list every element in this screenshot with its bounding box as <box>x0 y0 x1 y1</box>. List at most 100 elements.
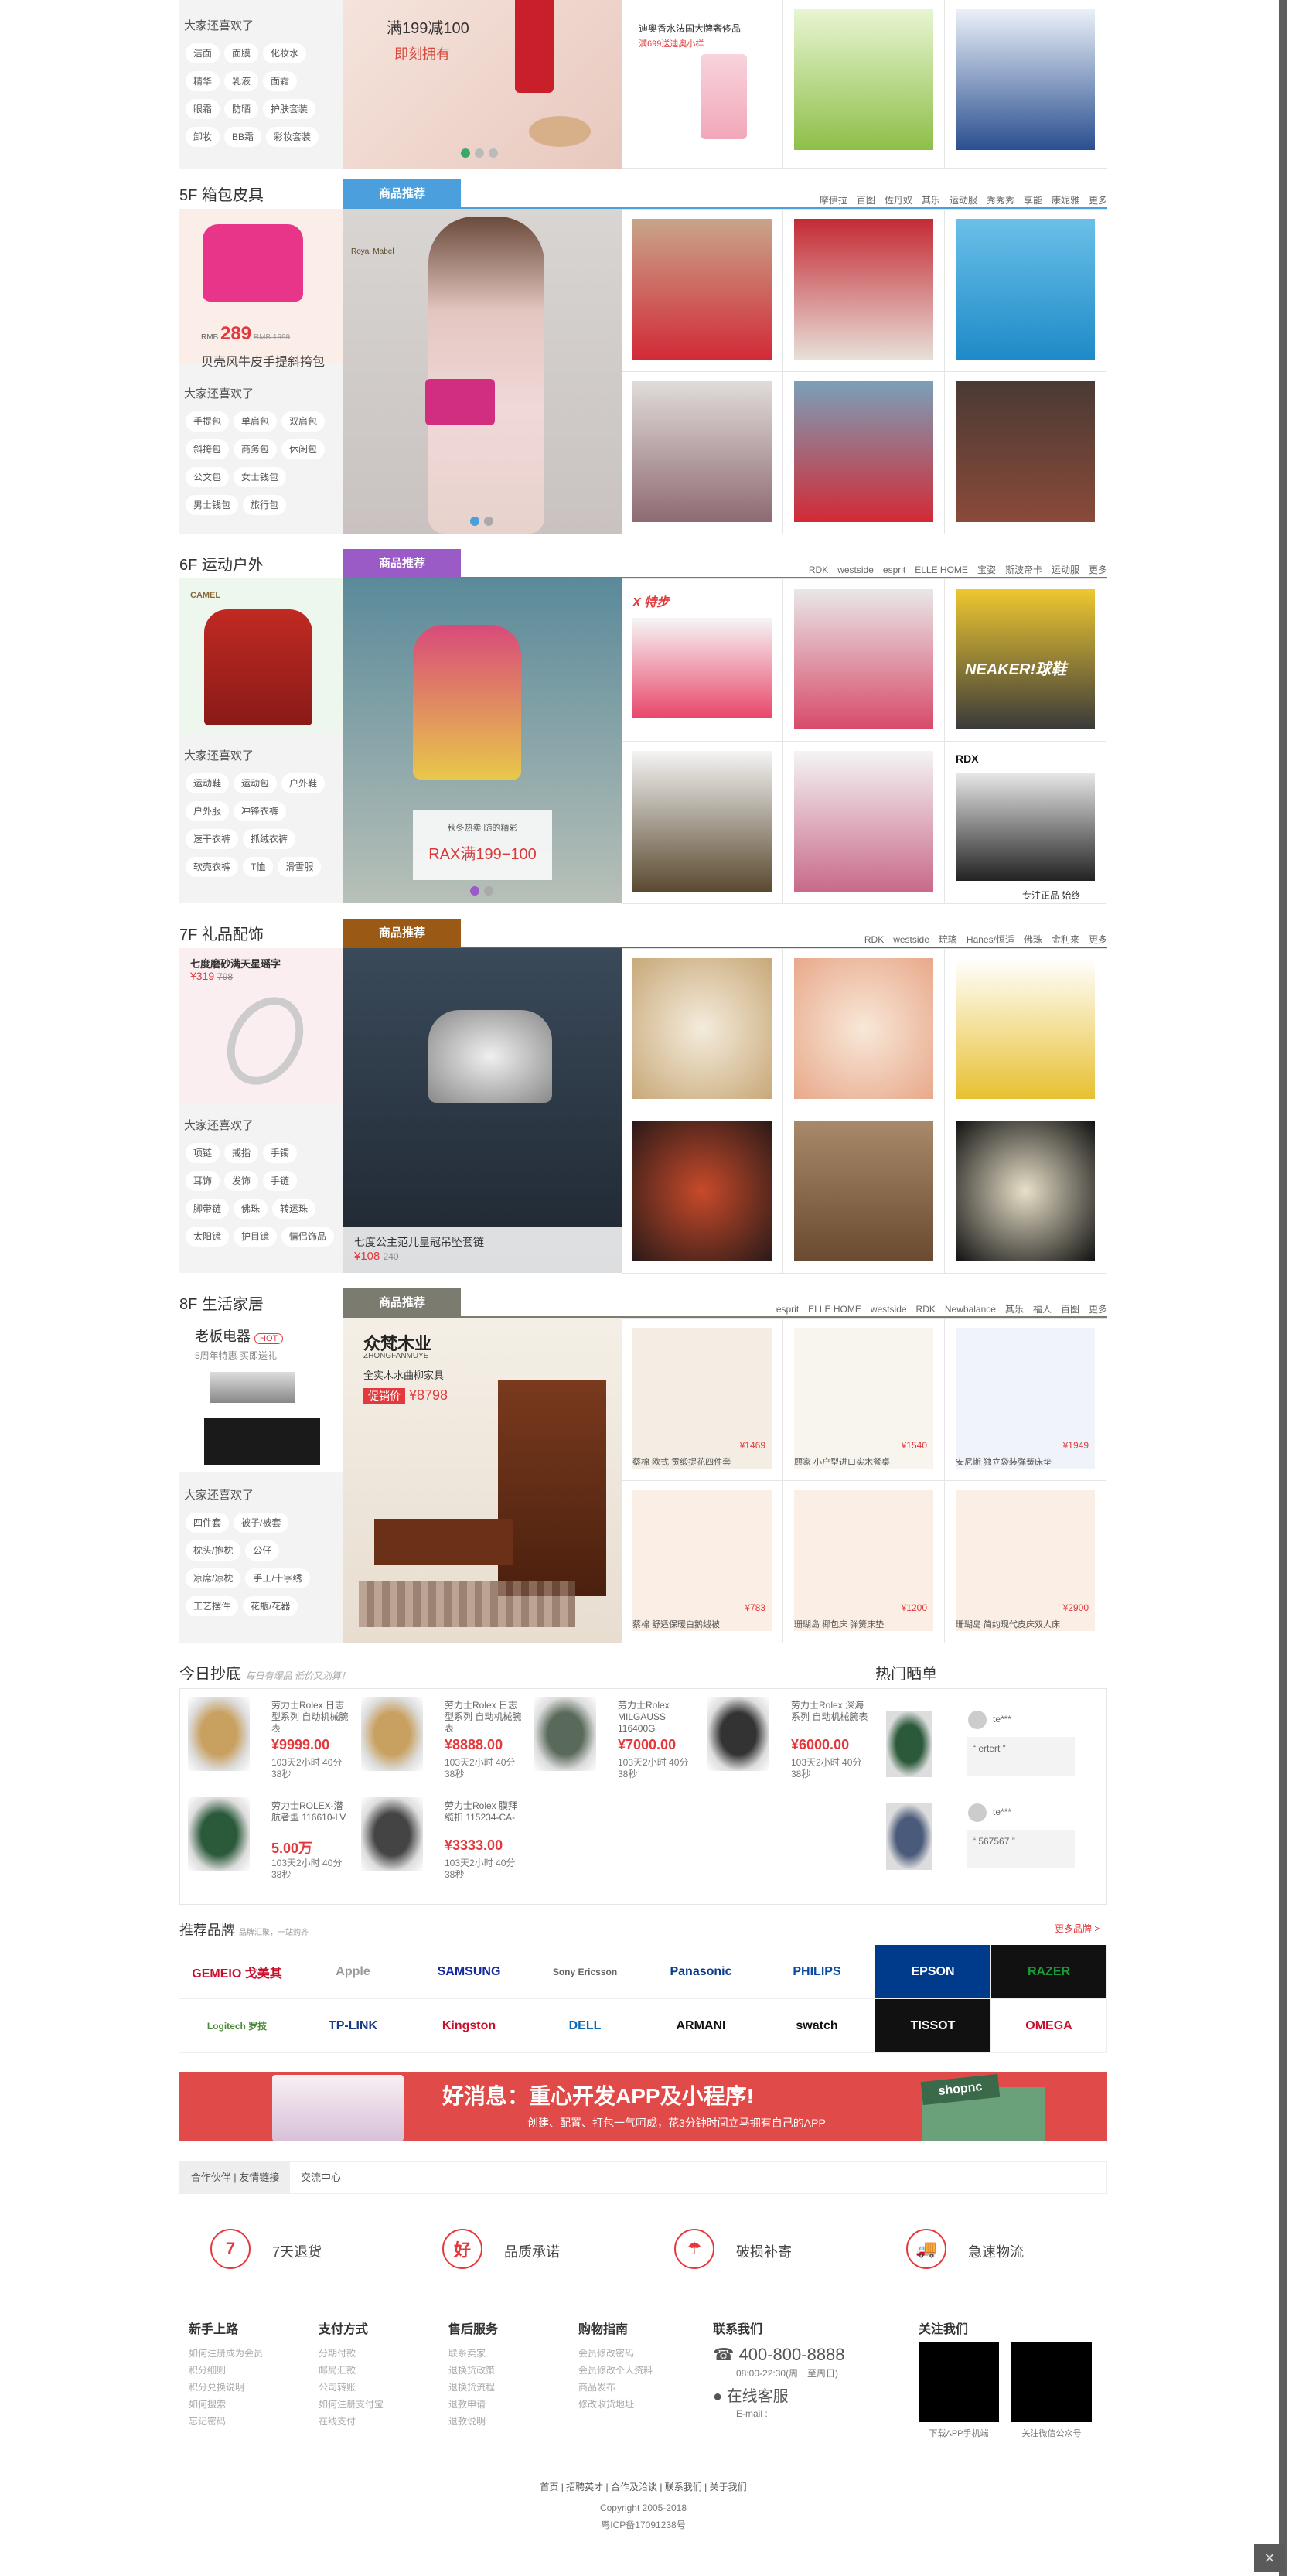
tag-link[interactable]: 运动鞋 <box>186 773 230 793</box>
tag-link[interactable]: 卸妆 <box>186 127 220 147</box>
footer-bottom-link[interactable]: 关于我们 <box>710 2482 747 2492</box>
deal-item[interactable]: 劳力士ROLEX-潜航者型 116610-LV 5.00万 103天2小时 40分3… <box>180 1790 353 1884</box>
brand-link[interactable]: ELLE HOME <box>915 565 968 575</box>
footer-link[interactable]: 会员修改密码 <box>578 2345 702 2362</box>
grid-cell[interactable] <box>945 372 1106 534</box>
tag-link[interactable]: 转运珠 <box>272 1199 316 1219</box>
tag-link[interactable]: 速干衣裤 <box>186 829 239 849</box>
footer-bottom-link[interactable]: 合作及洽谈 <box>611 2482 657 2492</box>
grid-cell[interactable] <box>783 210 945 372</box>
app-promo-banner[interactable]: 好消息：重心开发APP及小程序! 创建、配置、打包一气呵成，花3分钟时间立马拥有… <box>179 2072 1107 2141</box>
brand-link[interactable]: 更多 <box>1089 934 1107 945</box>
tag-link[interactable]: 枕头/抱枕 <box>186 1540 241 1561</box>
grid-cell[interactable] <box>783 372 945 534</box>
brand-logo[interactable]: TISSOT <box>875 1999 991 2053</box>
footer-link[interactable]: 邮局汇款 <box>319 2362 442 2379</box>
tag-link[interactable]: 太阳镜 <box>186 1227 230 1247</box>
tag-link[interactable]: 斜挎包 <box>186 439 230 459</box>
tag-link[interactable]: 戒指 <box>224 1143 259 1163</box>
floor-promo[interactable]: 老板电器 HOT 5周年特惠 买即送礼 <box>179 1318 343 1472</box>
grid-cell[interactable]: 迪奥香水法国大牌奢侈品 满699送迪奥小样 <box>622 0 783 168</box>
tag-link[interactable]: 被子/被套 <box>234 1513 289 1533</box>
grid-cell[interactable] <box>783 1111 945 1274</box>
brand-link[interactable]: 康妮雅 <box>1052 195 1079 206</box>
brand-logo[interactable]: TP-LINK <box>295 1999 411 2053</box>
tag-link[interactable]: 公文包 <box>186 467 230 487</box>
brand-link[interactable]: 秀秀秀 <box>987 195 1014 206</box>
grid-cell[interactable]: ¥1949 安尼斯 独立袋装弹簧床垫 <box>945 1319 1106 1481</box>
footer-bottom-link[interactable]: 招聘英才 <box>566 2482 603 2492</box>
footer-link[interactable]: 如何搜索 <box>189 2396 312 2413</box>
exchange-tab[interactable]: 交流中心 <box>301 2162 341 2193</box>
tag-link[interactable]: 四件套 <box>186 1513 230 1533</box>
grid-cell[interactable]: RDX 专注正品 始终 <box>945 742 1106 904</box>
tag-link[interactable]: 洁面 <box>186 43 220 63</box>
tag-link[interactable]: 户外鞋 <box>281 773 326 793</box>
tag-link[interactable]: 手镯 <box>263 1143 298 1163</box>
tag-link[interactable]: BB霜 <box>224 127 262 147</box>
grid-cell[interactable] <box>945 1111 1106 1274</box>
brand-link[interactable]: RDK <box>809 565 828 575</box>
grid-cell[interactable] <box>622 949 783 1111</box>
brand-link[interactable]: westside <box>871 1304 907 1315</box>
tag-link[interactable]: 精华 <box>186 71 220 91</box>
tag-link[interactable]: 女士钱包 <box>234 467 287 487</box>
brand-logo[interactable]: PHILIPS <box>759 1945 875 1999</box>
brand-link[interactable]: 摩伊拉 <box>820 195 847 206</box>
brand-logo[interactable]: DELL <box>527 1999 643 2053</box>
tag-link[interactable]: 耳饰 <box>186 1171 220 1191</box>
footer-bottom-link[interactable]: 联系我们 <box>665 2482 702 2492</box>
floor-promo[interactable]: RMB 289 RMB 1699 贝壳风牛皮手提斜挎包 <box>179 209 343 369</box>
grid-cell[interactable] <box>783 742 945 904</box>
brand-link[interactable]: esprit <box>883 565 905 575</box>
footer-link[interactable]: 联系卖家 <box>448 2345 572 2362</box>
tag-link[interactable]: 防晒 <box>224 99 259 119</box>
grid-cell[interactable] <box>945 0 1106 168</box>
deal-item[interactable]: 劳力士Rolex 深海系列 自动机械腕表 ¥6000.00 103天2小时 40分3… <box>700 1689 873 1783</box>
grid-cell[interactable]: ¥1469 蔡棉 欧式 贡缎提花四件套 <box>622 1319 783 1481</box>
floor-banner[interactable]: Royal Mabel <box>343 209 622 534</box>
footer-bottom-link[interactable]: 首页 <box>540 2482 558 2492</box>
tag-link[interactable]: 手提包 <box>186 411 230 432</box>
floor-banner[interactable]: 七度公主范儿皇冠吊坠套链 ¥108 240 <box>343 948 622 1273</box>
tag-link[interactable]: T恤 <box>243 857 274 877</box>
grid-cell[interactable] <box>783 0 945 168</box>
brand-logo[interactable]: ARMANI <box>643 1999 759 2053</box>
floor-tab[interactable]: 商品推荐 <box>343 1288 461 1318</box>
footer-link[interactable]: 在线支付 <box>319 2413 442 2430</box>
footer-link[interactable]: 退换货政策 <box>448 2362 572 2379</box>
floor-tab[interactable]: 商品推荐 <box>343 919 461 948</box>
footer-link[interactable]: 积分细则 <box>189 2362 312 2379</box>
grid-cell[interactable]: ¥1540 顾家 小户型进口实木餐桌 <box>783 1319 945 1481</box>
tag-link[interactable]: 旅行包 <box>243 495 287 515</box>
tag-link[interactable]: 滑雪服 <box>278 857 322 877</box>
tag-link[interactable]: 工艺摆件 <box>186 1596 239 1616</box>
grid-cell[interactable]: X 特步 <box>622 579 783 742</box>
footer-link[interactable]: 商品发布 <box>578 2379 702 2396</box>
grid-cell[interactable]: ¥2900 珊瑚岛 简约现代皮床双人床 <box>945 1481 1106 1643</box>
grid-cell[interactable]: ¥783 蔡棉 舒适保暖白鹅绒被 <box>622 1481 783 1643</box>
partners-tab[interactable]: 合作伙伴 | 友情链接 <box>180 2162 290 2193</box>
brand-link[interactable]: 百图 <box>1061 1304 1079 1315</box>
tag-link[interactable]: 双肩包 <box>281 411 326 432</box>
tag-link[interactable]: 软壳衣裤 <box>186 857 239 877</box>
brand-link[interactable]: 福人 <box>1033 1304 1052 1315</box>
brand-link[interactable]: 更多 <box>1089 195 1107 206</box>
tag-link[interactable]: 佛珠 <box>234 1199 268 1219</box>
banner-dots[interactable] <box>470 517 493 526</box>
floor-tab[interactable]: 商品推荐 <box>343 179 461 209</box>
tag-link[interactable]: 休闲包 <box>281 439 326 459</box>
tag-link[interactable]: 发饰 <box>224 1171 259 1191</box>
brand-link[interactable]: esprit <box>776 1304 799 1315</box>
footer-link[interactable]: 修改收货地址 <box>578 2396 702 2413</box>
tag-link[interactable]: 单肩包 <box>234 411 278 432</box>
service-item[interactable]: 好 品质承诺 <box>411 2219 643 2281</box>
tag-link[interactable]: 面膜 <box>224 43 259 63</box>
tag-link[interactable]: 眼霜 <box>186 99 220 119</box>
tag-link[interactable]: 项链 <box>186 1143 220 1163</box>
floor-banner[interactable]: 秋冬热卖 随的精彩 RAX满199−100 <box>343 578 622 903</box>
tag-link[interactable]: 手工/十字绣 <box>245 1568 310 1588</box>
deal-item[interactable]: 劳力士Rolex 日志型系列 自动机械腕表 ¥9999.00 103天2小时 40分… <box>180 1689 353 1783</box>
brand-link[interactable]: RDK <box>916 1304 936 1315</box>
brand-link[interactable]: 更多 <box>1089 565 1107 575</box>
